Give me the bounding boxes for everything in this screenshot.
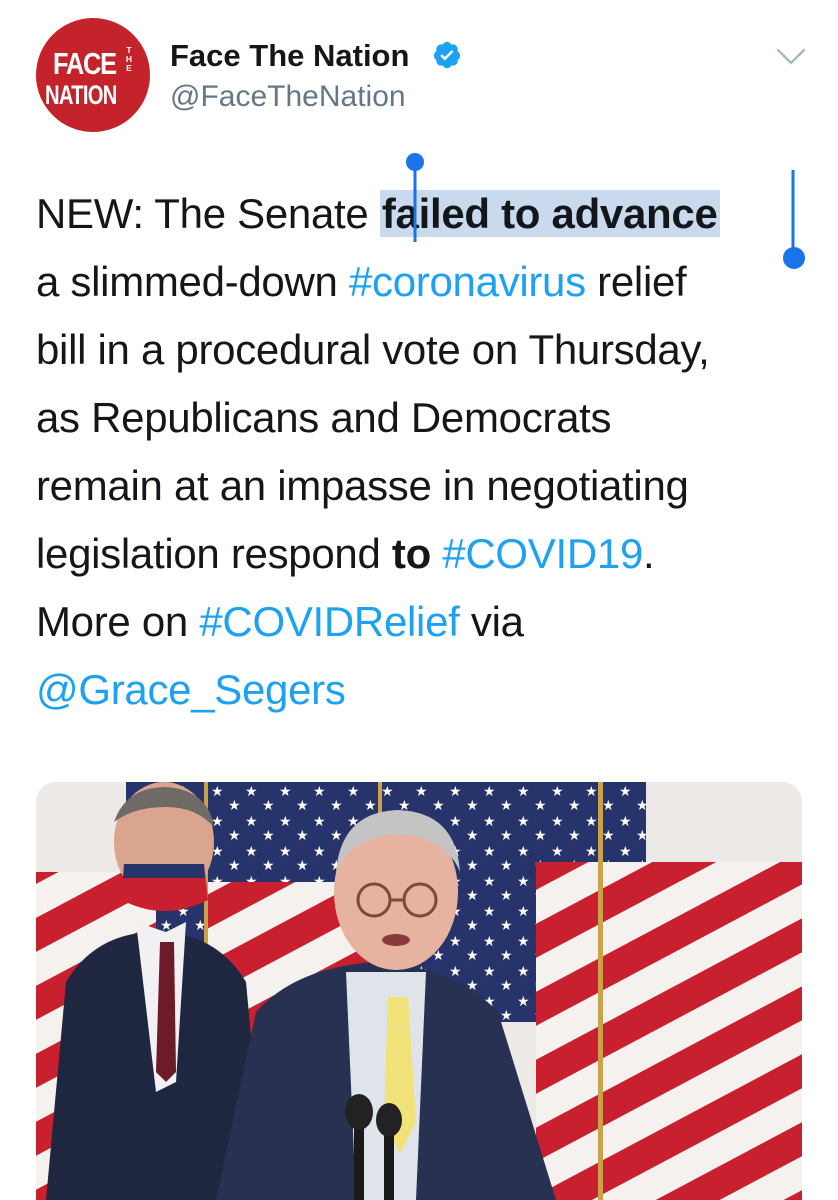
tweet-photo[interactable]: ★ ★ (36, 782, 802, 1200)
tweet-line-1: NEW: The Senate failed to advance (36, 190, 720, 237)
chevron-down-icon[interactable] (774, 44, 808, 70)
hashtag-coronavirus[interactable]: #coronavirus (349, 258, 586, 305)
hashtag-covid19[interactable]: #COVID19 (442, 530, 643, 577)
hashtag-covidrelief[interactable]: #COVIDRelief (199, 598, 459, 645)
selected-text[interactable]: failed to advance (379, 190, 720, 237)
press-conference-photo: ★ ★ (36, 782, 802, 1200)
tweet-line-4: as Republicans and Democrats (36, 394, 612, 441)
tweet-text: NEW: The Senate failed to advance a slim… (36, 180, 816, 724)
display-name[interactable]: Face The Nation (170, 38, 409, 74)
selection-end-handle[interactable] (781, 170, 807, 272)
tweet-line-5: remain at an impasse in negotiating (36, 462, 689, 509)
tweet-line-6: legislation respond to #COVID19. (36, 530, 655, 577)
verified-badge-icon (433, 41, 461, 69)
tweet-line-3: bill in a procedural vote on Thursday, (36, 326, 710, 373)
tweet-line-7: More on #COVIDRelief via (36, 598, 524, 645)
selection-start-handle[interactable] (405, 152, 425, 242)
account-handle[interactable]: @FaceTheNation (170, 80, 406, 114)
mention-grace-segers[interactable]: @Grace_Segers (36, 666, 346, 713)
tweet-line-2: a slimmed-down #coronavirus relief (36, 258, 687, 305)
tweet-line-8: @Grace_Segers (36, 656, 816, 724)
face-the-nation-logo: FACE THE NATION (45, 45, 133, 111)
account-avatar[interactable]: FACE THE NATION (36, 18, 150, 132)
